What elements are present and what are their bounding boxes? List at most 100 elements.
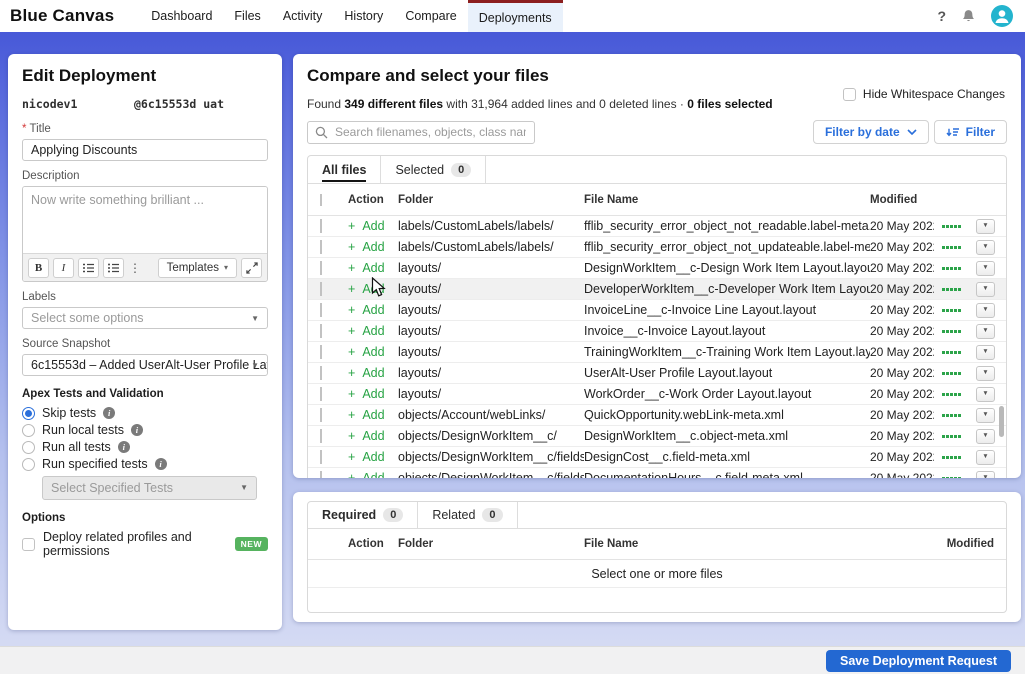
file-name-cell: TrainingWorkItem__c-Training Work Item L…: [584, 345, 870, 359]
templates-dropdown[interactable]: Templates ▾: [158, 258, 237, 278]
row-checkbox[interactable]: [320, 282, 322, 296]
plus-icon: +: [348, 429, 355, 443]
modified-cell: 20 May 2022: [870, 282, 934, 296]
labels-select[interactable]: Select some options ▼: [22, 307, 268, 329]
nav-item-compare[interactable]: Compare: [394, 0, 467, 32]
info-icon[interactable]: i: [118, 441, 130, 453]
row-options-button[interactable]: ▼: [976, 366, 995, 381]
tab-required[interactable]: Required 0: [308, 502, 418, 528]
row-checkbox[interactable]: [320, 219, 322, 233]
select-all-checkbox[interactable]: [320, 194, 322, 206]
add-file-button[interactable]: +Add: [348, 261, 398, 275]
info-icon[interactable]: i: [155, 458, 167, 470]
source-snapshot-value: 6c15553d – Added UserAlt-User Profile La…: [31, 358, 268, 372]
row-options-button[interactable]: ▼: [976, 261, 995, 276]
add-file-button[interactable]: +Add: [348, 408, 398, 422]
radio-run-all-tests[interactable]: Run all tests i: [22, 440, 268, 454]
add-file-button[interactable]: +Add: [348, 324, 398, 338]
ordered-list-button[interactable]: [78, 258, 99, 278]
expand-editor-button[interactable]: [241, 258, 262, 278]
unordered-list-button[interactable]: [103, 258, 124, 278]
add-file-button[interactable]: +Add: [348, 240, 398, 254]
radio-label: Run all tests: [42, 440, 111, 454]
row-options-button[interactable]: ▼: [976, 471, 995, 479]
plus-icon: +: [348, 345, 355, 359]
specified-tests-select[interactable]: Select Specified Tests ▼: [42, 476, 257, 500]
row-options-button[interactable]: ▼: [976, 240, 995, 255]
row-checkbox[interactable]: [320, 345, 322, 359]
tab-selected[interactable]: Selected 0: [381, 156, 486, 183]
row-options-button[interactable]: ▼: [976, 324, 995, 339]
radio-circle[interactable]: [22, 424, 35, 437]
tab-related[interactable]: Related 0: [418, 502, 517, 528]
row-checkbox[interactable]: [320, 324, 322, 338]
bell-icon[interactable]: [961, 9, 976, 24]
row-options-button[interactable]: ▼: [976, 282, 995, 297]
row-checkbox[interactable]: [320, 450, 322, 464]
row-checkbox[interactable]: [320, 387, 322, 401]
tab-all-files[interactable]: All files: [308, 156, 381, 183]
add-file-button[interactable]: +Add: [348, 450, 398, 464]
radio-run-specified-tests[interactable]: Run specified tests i: [22, 457, 268, 471]
column-folder: Folder: [398, 194, 584, 206]
add-file-button[interactable]: +Add: [348, 429, 398, 443]
radio-skip-tests[interactable]: Skip tests i: [22, 406, 268, 420]
folder-cell: layouts/: [398, 324, 584, 338]
row-options-button[interactable]: ▼: [976, 408, 995, 423]
add-file-button[interactable]: +Add: [348, 303, 398, 317]
nav-item-deployments[interactable]: Deployments: [468, 0, 563, 32]
add-file-button[interactable]: +Add: [348, 387, 398, 401]
add-file-button[interactable]: +Add: [348, 471, 398, 478]
folder-cell: objects/DesignWorkItem__c/: [398, 429, 584, 443]
info-icon[interactable]: i: [103, 407, 115, 419]
filter-button[interactable]: Filter: [934, 120, 1007, 144]
radio-run-local-tests[interactable]: Run local tests i: [22, 423, 268, 437]
search-input[interactable]: [307, 121, 535, 144]
save-deployment-button[interactable]: Save Deployment Request: [826, 650, 1011, 672]
row-checkbox[interactable]: [320, 303, 322, 317]
hide-whitespace-row[interactable]: Hide Whitespace Changes: [843, 87, 1005, 101]
row-options-button[interactable]: ▼: [976, 429, 995, 444]
row-options-button[interactable]: ▼: [976, 387, 995, 402]
file-table-row: +Add objects/DesignWorkItem__c/fields/ D…: [308, 468, 1006, 478]
bold-button[interactable]: B: [28, 258, 49, 278]
more-options-icon[interactable]: ⋮: [128, 258, 142, 278]
radio-circle[interactable]: [22, 458, 35, 471]
source-snapshot-select[interactable]: 6c15553d – Added UserAlt-User Profile La…: [22, 354, 268, 376]
row-options-button[interactable]: ▼: [976, 345, 995, 360]
help-icon[interactable]: ?: [937, 8, 946, 24]
row-checkbox[interactable]: [320, 366, 322, 380]
filter-by-date-button[interactable]: Filter by date: [813, 120, 929, 144]
row-checkbox[interactable]: [320, 261, 322, 275]
hide-whitespace-checkbox[interactable]: [843, 88, 856, 101]
italic-button[interactable]: I: [53, 258, 74, 278]
deploy-related-checkbox-row[interactable]: Deploy related profiles and permissions …: [22, 530, 268, 558]
tab-required-label: Required: [322, 508, 376, 522]
deploy-related-checkbox[interactable]: [22, 538, 35, 551]
file-table-body: +Add labels/CustomLabels/labels/ fflib_s…: [308, 216, 1006, 478]
info-icon[interactable]: i: [131, 424, 143, 436]
nav-item-history[interactable]: History: [333, 0, 394, 32]
row-checkbox[interactable]: [320, 408, 322, 422]
table-scrollbar-thumb[interactable]: [999, 406, 1004, 437]
source-branch: nicodev1: [22, 97, 134, 111]
nav-item-dashboard[interactable]: Dashboard: [140, 0, 223, 32]
user-avatar[interactable]: [991, 5, 1013, 27]
nav-item-files[interactable]: Files: [223, 0, 271, 32]
description-textarea[interactable]: [23, 187, 267, 253]
row-options-button[interactable]: ▼: [976, 219, 995, 234]
row-options-button[interactable]: ▼: [976, 303, 995, 318]
row-checkbox[interactable]: [320, 429, 322, 443]
add-file-button[interactable]: +Add: [348, 219, 398, 233]
radio-circle[interactable]: [22, 407, 35, 420]
row-checkbox[interactable]: [320, 471, 322, 478]
radio-circle[interactable]: [22, 441, 35, 454]
add-file-button[interactable]: +Add: [348, 282, 398, 296]
description-toolbar: B I ⋮ Templates ▾: [23, 253, 267, 281]
add-file-button[interactable]: +Add: [348, 366, 398, 380]
title-input[interactable]: [22, 139, 268, 161]
row-options-button[interactable]: ▼: [976, 450, 995, 465]
add-file-button[interactable]: +Add: [348, 345, 398, 359]
nav-item-activity[interactable]: Activity: [272, 0, 334, 32]
row-checkbox[interactable]: [320, 240, 322, 254]
